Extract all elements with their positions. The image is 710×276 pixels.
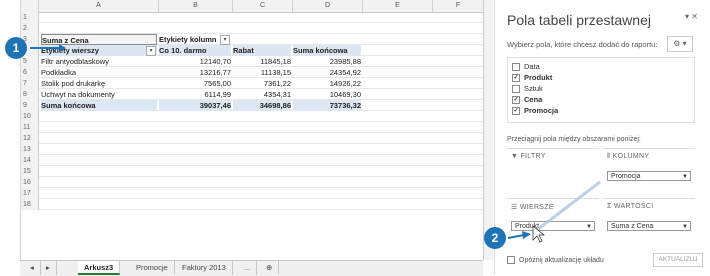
annotation-overlay — [30, 44, 601, 243]
marker-2-arrowhead — [522, 231, 531, 239]
marker-2-arrow — [507, 234, 525, 239]
drag-trail — [532, 180, 601, 235]
marker-2: 2 — [484, 227, 506, 249]
marker-1-arrowhead — [59, 44, 66, 52]
marker-1: 1 — [5, 37, 27, 59]
